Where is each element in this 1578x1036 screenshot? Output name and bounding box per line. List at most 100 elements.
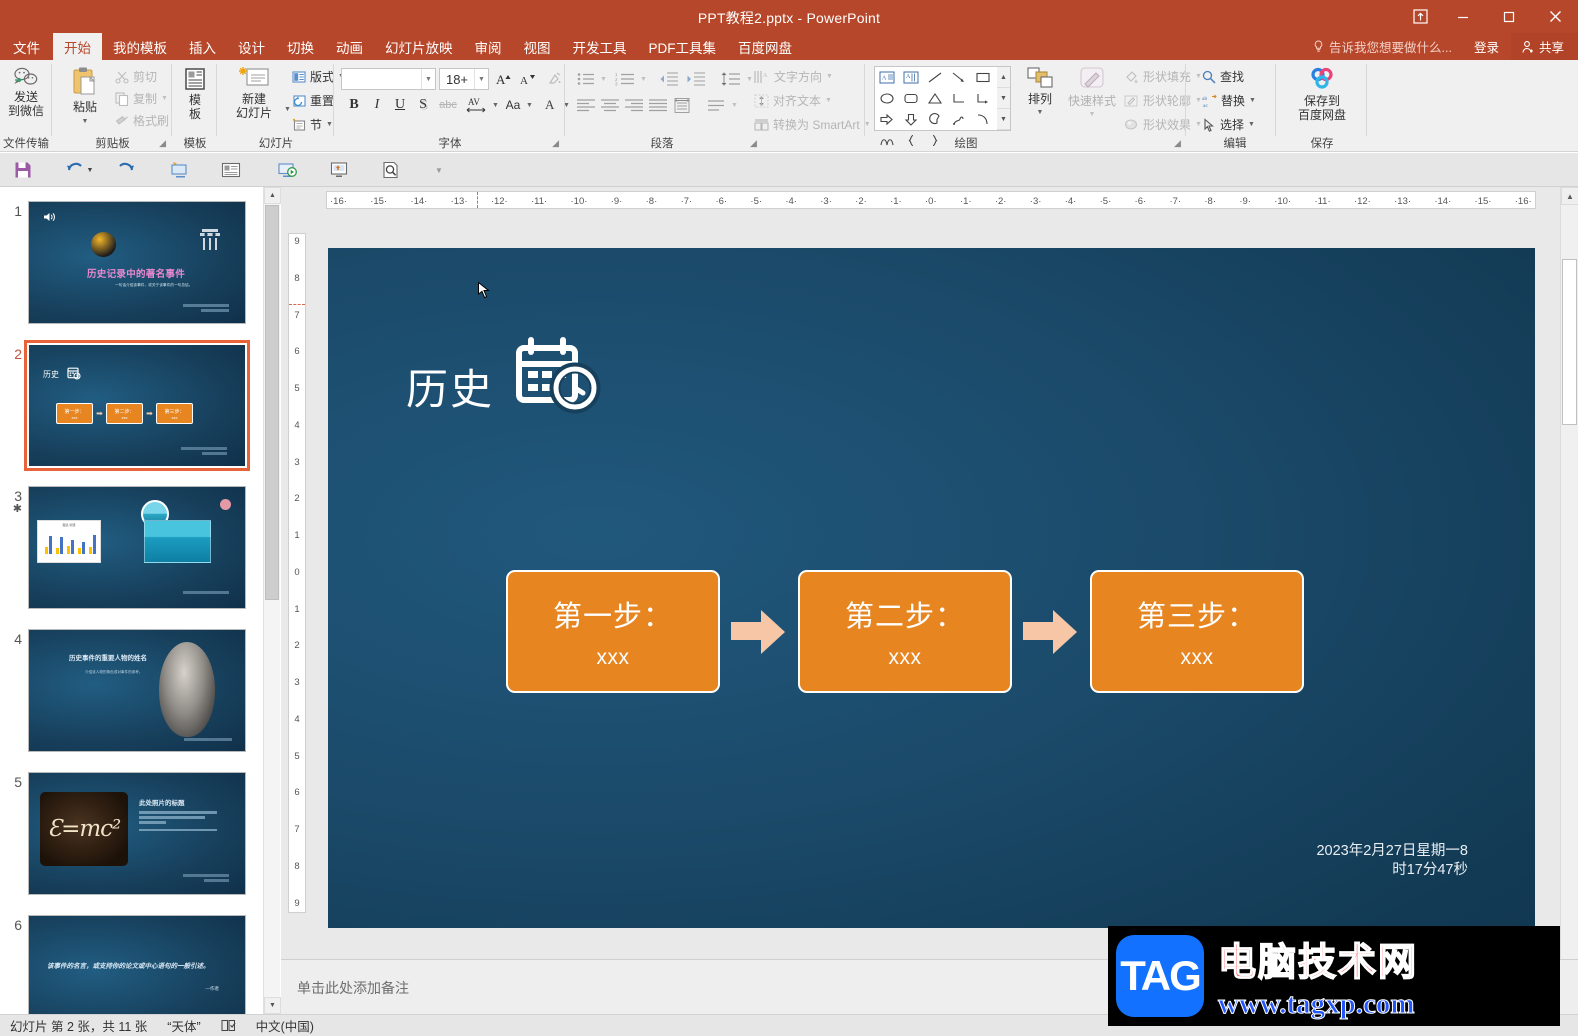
tab-file[interactable]: 文件 — [0, 33, 53, 60]
tab-my-templates[interactable]: 我的模板 — [102, 33, 178, 60]
tab-review[interactable]: 审阅 — [464, 33, 513, 60]
slide-thumbnail-pane[interactable]: 1 历史记录中的著名事件 一句话介绍该事件，或关于该事件的一句总结。 2 历史 … — [0, 187, 280, 1014]
tell-me-search[interactable]: 告诉我您想要做什么... — [1303, 33, 1462, 60]
shape-elbow-connector[interactable] — [947, 88, 971, 109]
tab-transitions[interactable]: 切换 — [276, 33, 325, 60]
shape-effects-button[interactable]: 形状效果 ▼ — [1124, 116, 1202, 133]
increase-indent-button[interactable] — [683, 68, 709, 90]
shape-rounded-rectangle[interactable] — [899, 88, 923, 109]
maximize-button[interactable] — [1486, 0, 1532, 33]
slide-scroll-up-icon[interactable]: ▲ — [1561, 187, 1578, 205]
bullet-list-button[interactable] — [574, 68, 598, 90]
tab-home[interactable]: 开始 — [53, 33, 102, 60]
align-left-button[interactable] — [574, 94, 598, 116]
redo-button[interactable] — [113, 159, 139, 181]
save-button[interactable] — [10, 159, 36, 181]
shape-rectangle[interactable] — [971, 67, 995, 88]
thumbnail-slide-4[interactable]: 4 历史事件的重要人物的姓名 介绍该人物的角色或对事件的参考。 — [0, 629, 264, 752]
section-button[interactable]: 节 ▼ — [292, 116, 333, 133]
font-name-dropdown-icon[interactable]: ▼ — [421, 69, 435, 89]
shape-freeform[interactable] — [947, 109, 971, 130]
grow-font-button[interactable]: A — [494, 68, 516, 90]
select-button[interactable]: 选择 ▼ — [1202, 116, 1255, 133]
font-size-input[interactable]: 18+ ▼ — [439, 68, 489, 90]
start-from-beginning-button[interactable] — [166, 159, 192, 181]
font-color-button[interactable]: A — [540, 94, 562, 116]
align-center-button[interactable] — [598, 94, 622, 116]
bold-button[interactable]: B — [343, 94, 365, 116]
step-box-2[interactable]: 第二步： xxx — [798, 570, 1012, 693]
tab-insert[interactable]: 插入 — [178, 33, 227, 60]
vertical-ruler[interactable]: 9 8 7 6 5 4 3 2 1 0 1 2 3 4 5 6 7 8 9 — [288, 233, 306, 913]
sign-in-button[interactable]: 登录 — [1462, 33, 1511, 60]
minimize-button[interactable] — [1440, 0, 1486, 33]
close-button[interactable] — [1532, 0, 1578, 33]
italic-button[interactable]: I — [366, 94, 388, 116]
arrow-1-icon[interactable] — [720, 608, 798, 656]
paste-button[interactable]: 粘贴 ▼ — [61, 66, 109, 129]
arrange-dropdown-icon[interactable]: ▼ — [1037, 106, 1044, 120]
shapes-scroll-up-icon[interactable]: ▲ — [997, 67, 1010, 88]
columns-button[interactable] — [703, 94, 729, 116]
bullet-list-dropdown-icon[interactable]: ▼ — [600, 76, 607, 83]
shape-outline-button[interactable]: 形状轮廓 ▼ — [1124, 92, 1202, 109]
section-dropdown-icon[interactable]: ▼ — [326, 121, 333, 128]
print-preview-button[interactable] — [378, 159, 404, 181]
calendar-clock-icon[interactable] — [513, 336, 601, 419]
new-slide-qat-button[interactable] — [218, 159, 244, 181]
status-language[interactable]: 中文(中国) — [246, 1016, 324, 1035]
numbered-list-button[interactable]: 123 — [612, 68, 638, 90]
thumbnail-pane-scrollbar[interactable]: ▲ ▼ — [263, 187, 281, 1014]
align-text-button[interactable]: 对齐文本 ▼ — [754, 92, 832, 109]
paste-dropdown-icon[interactable]: ▼ — [82, 115, 89, 129]
horizontal-ruler[interactable]: ·16· ·15· ·14· ·13· ·12· ·11· ·10· ·9· ·8· ·7· ·6·… — [326, 191, 1536, 209]
slideshow-button[interactable] — [274, 159, 300, 181]
thumbnail-image-3[interactable]: 图表 标题 — [28, 486, 246, 609]
step-box-3[interactable]: 第三步： xxx — [1090, 570, 1304, 693]
clear-formatting-button[interactable] — [544, 68, 566, 90]
process-steps-group[interactable]: 第一步： xxx 第二步： xxx 第三步： xxx — [506, 570, 1304, 693]
text-direction-button[interactable]: A 文字方向 ▼ — [754, 68, 833, 85]
shape-elbow-arrow-connector[interactable] — [971, 88, 995, 109]
shapes-gallery[interactable]: A A — [874, 66, 998, 147]
replace-button[interactable]: ab ac 替换 ▼ — [1202, 92, 1256, 109]
slide-canvas[interactable]: 历史 第一步： xxx 第二步： xxx 第三步： xxx 2023年2月27日… — [328, 248, 1535, 928]
thumbnail-scroll-thumb[interactable] — [265, 205, 279, 600]
slide-date-footer[interactable]: 2023年2月27日星期一8 时17分47秒 — [1316, 842, 1468, 880]
text-shadow-button[interactable]: S — [412, 94, 434, 116]
shape-line[interactable] — [923, 67, 947, 88]
share-button[interactable]: 共享 — [1510, 33, 1578, 60]
thumbnail-image-6[interactable]: 该事件的名言，或支持你的论文或中心语句的一般引述。 —作者 — [28, 915, 246, 1014]
shrink-font-button[interactable]: A — [517, 68, 539, 90]
replace-dropdown-icon[interactable]: ▼ — [1249, 97, 1256, 104]
line-spacing-dropdown-icon[interactable]: ▼ — [746, 76, 753, 83]
shape-down-arrow[interactable] — [899, 109, 923, 130]
align-right-button[interactable] — [622, 94, 646, 116]
shape-ellipse[interactable] — [875, 88, 899, 109]
decrease-indent-button[interactable] — [656, 68, 682, 90]
ribbon-display-options-icon[interactable] — [1400, 0, 1440, 33]
change-case-button[interactable]: Aa — [501, 94, 525, 116]
thumbnail-slide-2[interactable]: 2 历史 第一步： xxx ➡ 第二步： xxx ➡ 第三步： xxx — [0, 340, 264, 471]
shape-fill-button[interactable]: 形状填充 ▼ — [1124, 68, 1202, 85]
tab-view[interactable]: 视图 — [513, 33, 562, 60]
arrange-button[interactable]: 排列 ▼ — [1018, 66, 1062, 120]
thumbnail-scroll-up-icon[interactable]: ▲ — [264, 187, 281, 204]
tab-design[interactable]: 设计 — [227, 33, 276, 60]
line-spacing-button[interactable] — [718, 68, 744, 90]
numbered-list-dropdown-icon[interactable]: ▼ — [640, 76, 647, 83]
new-slide-button[interactable]: 新建 幻灯片 — [226, 66, 282, 120]
save-to-baidu-button[interactable]: 保存到 百度网盘 — [1291, 66, 1353, 122]
undo-dropdown-button[interactable]: ▼ — [84, 159, 96, 181]
paragraph-dialog-launcher[interactable]: ◢ — [750, 138, 757, 149]
select-dropdown-icon[interactable]: ▼ — [1248, 121, 1255, 128]
thumbnail-image-4[interactable]: 历史事件的重要人物的姓名 介绍该人物的角色或对事件的参考。 — [28, 629, 246, 752]
tab-pdf-tools[interactable]: PDF工具集 — [638, 33, 728, 60]
drawing-dialog-launcher[interactable]: ◢ — [1174, 138, 1181, 149]
arrow-2-icon[interactable] — [1012, 608, 1090, 656]
send-to-wechat-button[interactable]: 发送 到微信 — [2, 66, 50, 118]
find-button[interactable]: 查找 — [1202, 68, 1244, 85]
strikethrough-button[interactable]: abc — [435, 94, 461, 116]
thumbnail-slide-3[interactable]: 3 ✱ 图表 标题 — [0, 486, 264, 609]
distribute-columns-button[interactable] — [670, 94, 694, 116]
